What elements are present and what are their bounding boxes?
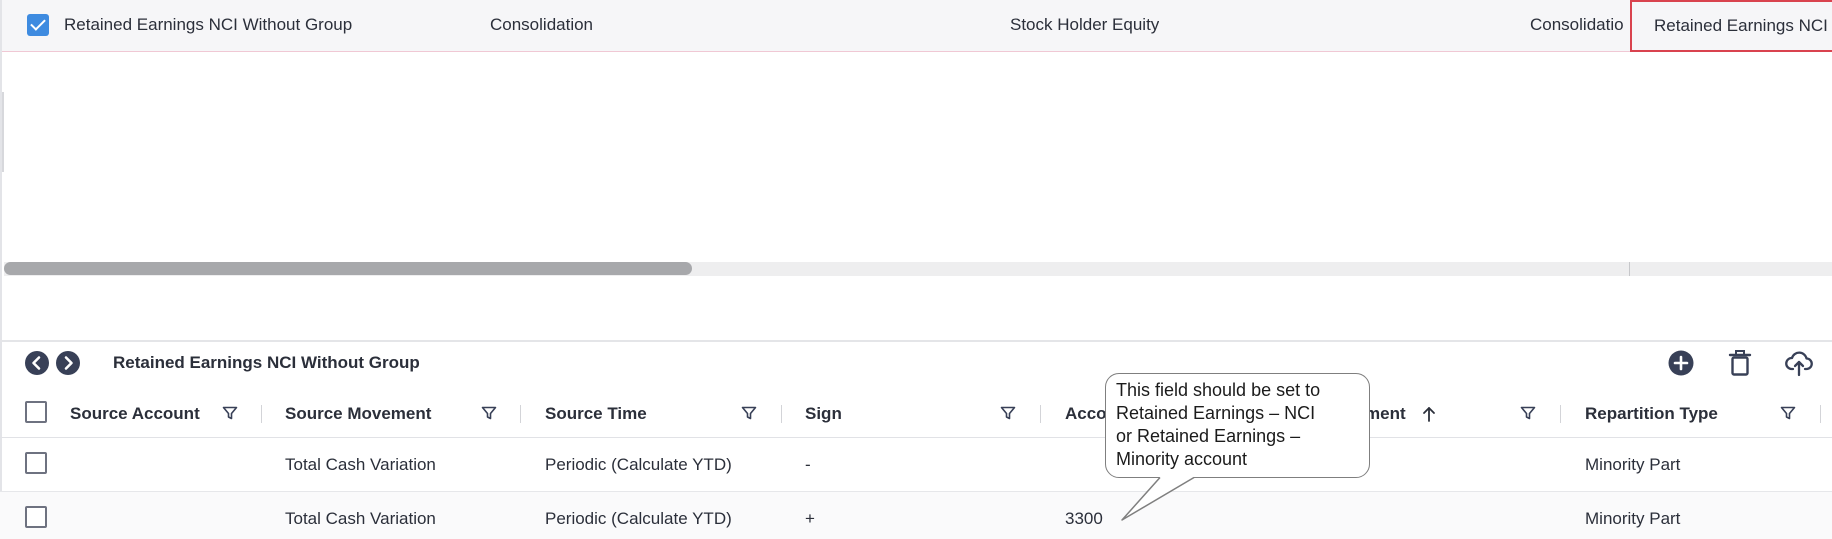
- column-separator[interactable]: [261, 405, 262, 423]
- callout-line: or Retained Earnings –: [1116, 426, 1301, 446]
- cell-account: 3300: [1065, 509, 1103, 528]
- column-header-account[interactable]: Acco: [1065, 390, 1107, 438]
- filter-icon[interactable]: [740, 404, 758, 422]
- table-row[interactable]: Total Cash Variation Periodic (Calculate…: [0, 492, 1832, 539]
- annotation-callout: This field should be set to Retained Ear…: [1105, 373, 1370, 478]
- table-header: Source Account Source Movement Source Ti…: [0, 390, 1832, 438]
- cell-source-time: Periodic (Calculate YTD): [545, 455, 732, 474]
- row-type: Stock Holder Equity: [1010, 15, 1160, 34]
- filter-icon[interactable]: [999, 404, 1017, 422]
- row-checkbox-checked[interactable]: [27, 14, 49, 36]
- callout-line: Minority account: [1116, 449, 1248, 469]
- row-category: Consolidation: [490, 15, 594, 34]
- sort-ascending-icon[interactable]: [1421, 405, 1437, 423]
- select-all-checkbox[interactable]: [25, 401, 47, 423]
- cell-source-movement: Total Cash Variation: [285, 509, 436, 528]
- next-icon[interactable]: [56, 351, 80, 375]
- column-separator[interactable]: [781, 405, 782, 423]
- column-header-source-movement[interactable]: Source Movement: [285, 390, 431, 438]
- column-header-repartition-type[interactable]: Repartition Type: [1585, 390, 1718, 438]
- filter-icon[interactable]: [1519, 404, 1537, 422]
- row-group: Consolidatio: [1530, 15, 1624, 34]
- cell-repartition-type: Minority Part: [1585, 455, 1681, 474]
- column-header-source-account[interactable]: Source Account: [70, 390, 200, 438]
- previous-icon[interactable]: [25, 351, 49, 375]
- row-name: Retained Earnings NCI Without Group: [64, 15, 353, 34]
- column-separator[interactable]: [1560, 405, 1561, 423]
- scrollbar-divider: [1629, 262, 1630, 276]
- filter-icon[interactable]: [480, 404, 498, 422]
- resize-edge: [2, 92, 4, 172]
- callout-line: Retained Earnings – NCI: [1116, 403, 1316, 423]
- delete-icon[interactable]: [1725, 348, 1755, 378]
- filter-icon[interactable]: [221, 404, 239, 422]
- cell-source-time: Periodic (Calculate YTD): [545, 509, 732, 528]
- column-header-sign[interactable]: Sign: [805, 390, 842, 438]
- top-grid: Retained Earnings NCI Without Group Cons…: [0, 0, 1832, 340]
- column-separator[interactable]: [1040, 405, 1041, 423]
- column-separator[interactable]: [1820, 405, 1821, 423]
- row-checkbox[interactable]: [25, 506, 47, 528]
- panel-title: Retained Earnings NCI Without Group: [113, 353, 420, 372]
- cell-sign: +: [805, 509, 815, 528]
- cell-source-movement: Total Cash Variation: [285, 455, 436, 474]
- column-separator[interactable]: [520, 405, 521, 423]
- cell-repartition-type: Minority Part: [1585, 509, 1681, 528]
- upload-icon[interactable]: [1784, 348, 1814, 378]
- horizontal-scrollbar-thumb[interactable]: [4, 262, 692, 275]
- selected-cell[interactable]: Retained Earnings NCI: [1630, 0, 1832, 52]
- row-checkbox[interactable]: [25, 452, 47, 474]
- filter-icon[interactable]: [1779, 404, 1797, 422]
- add-icon[interactable]: [1666, 348, 1696, 378]
- column-header-source-time[interactable]: Source Time: [545, 390, 647, 438]
- callout-line: This field should be set to: [1116, 380, 1321, 400]
- table-row[interactable]: Total Cash Variation Periodic (Calculate…: [0, 438, 1832, 492]
- column-header-movement[interactable]: ment: [1365, 390, 1406, 438]
- top-grid-row[interactable]: Retained Earnings NCI Without Group Cons…: [2, 0, 1832, 52]
- cell-sign: -: [805, 455, 811, 474]
